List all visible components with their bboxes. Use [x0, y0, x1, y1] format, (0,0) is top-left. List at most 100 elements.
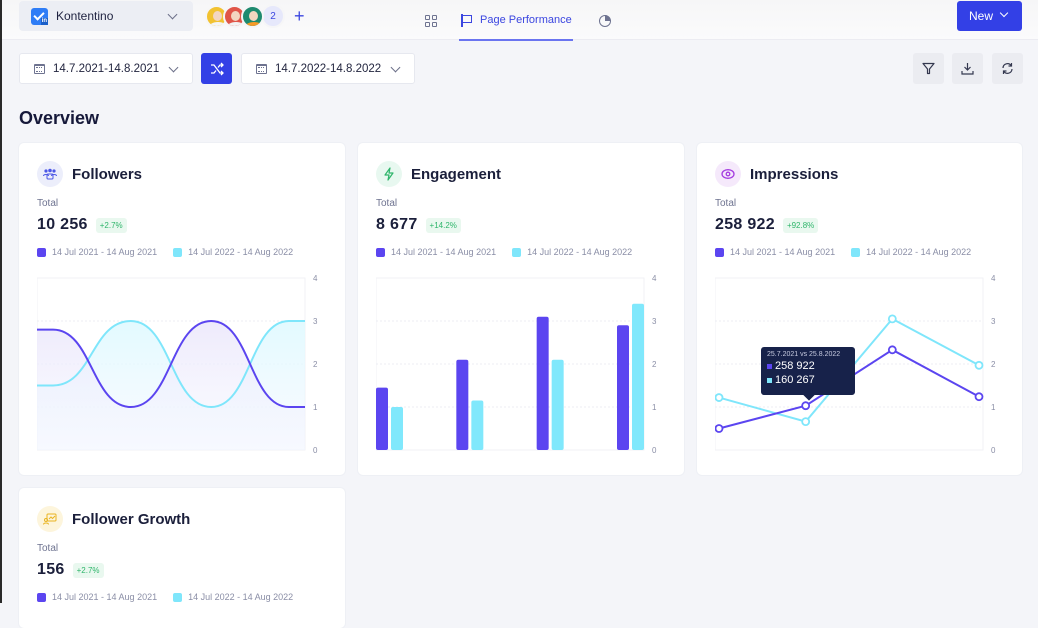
- chevron-down-icon: [168, 10, 178, 20]
- data-point-series-2: [802, 418, 809, 425]
- impressions-card: Impressions Total 258 922 +92.8% 14 Jul …: [697, 143, 1022, 475]
- download-icon: [961, 62, 974, 75]
- change-badge: +2.7%: [96, 218, 127, 233]
- change-badge: +14.2%: [426, 218, 461, 233]
- legend-swatch: [715, 248, 724, 257]
- tooltip-swatch: [767, 364, 772, 369]
- chart-legend: 14 Jul 2021 - 14 Aug 2021 14 Jul 2022 - …: [715, 247, 987, 257]
- change-badge: +92.8%: [783, 218, 818, 233]
- impressions-chart: 01234: [715, 271, 1015, 461]
- data-point-series-1: [716, 425, 723, 432]
- bar-series-2: [552, 360, 564, 450]
- users-icon: [37, 161, 63, 187]
- followers-card: Followers Total 10 256 +2.7% 14 Jul 2021…: [19, 143, 345, 475]
- bar-series-1: [617, 325, 629, 450]
- legend-label: 14 Jul 2022 - 14 Aug 2022: [866, 247, 971, 257]
- bar-series-1: [456, 360, 468, 450]
- refresh-icon: [1001, 62, 1014, 75]
- avatar[interactable]: [241, 5, 264, 28]
- data-point-series-2: [716, 394, 723, 401]
- new-button-label: New: [969, 9, 993, 23]
- legend-label: 14 Jul 2022 - 14 Aug 2022: [188, 592, 293, 602]
- bar-series-1: [537, 317, 549, 450]
- data-point-series-2: [976, 362, 983, 369]
- workspace-name: Kontentino: [56, 9, 113, 23]
- y-tick-label: 2: [652, 360, 657, 369]
- swap-dates-button[interactable]: [201, 53, 232, 84]
- tooltip-value-1: 258 922: [775, 360, 815, 372]
- workspace-selector[interactable]: Kontentino: [19, 1, 193, 31]
- flag-icon: [460, 14, 472, 26]
- y-tick-label: 4: [313, 274, 318, 283]
- window-edge: [0, 0, 2, 603]
- lightning-icon: [376, 161, 402, 187]
- date-range-picker-1[interactable]: 14.7.2021-14.8.2021: [19, 53, 193, 84]
- bar-series-2: [632, 304, 644, 450]
- card-title: Engagement: [411, 166, 501, 183]
- followers-chart: 01234: [37, 271, 337, 461]
- total-label: Total: [37, 543, 58, 554]
- filter-button[interactable]: [913, 53, 944, 84]
- shuffle-icon: [210, 62, 224, 76]
- y-tick-label: 0: [991, 446, 996, 455]
- legend-swatch: [512, 248, 521, 257]
- member-avatars: 2 +: [205, 4, 305, 28]
- y-tick-label: 0: [652, 446, 657, 455]
- tooltip-date: 25.7.2021 vs 25.8.2022: [767, 351, 849, 358]
- card-title: Followers: [72, 166, 142, 183]
- date-range-1-value: 14.7.2021-14.8.2021: [53, 63, 159, 75]
- bar-series-1: [376, 388, 388, 450]
- legend-label: 14 Jul 2021 - 14 Aug 2021: [391, 247, 496, 257]
- change-badge: +2.7%: [73, 563, 104, 578]
- eye-icon: [715, 161, 741, 187]
- y-tick-label: 4: [991, 274, 996, 283]
- total-label: Total: [37, 198, 58, 209]
- total-value: 10 256: [37, 216, 88, 234]
- chart-tooltip: 25.7.2021 vs 25.8.2022 258 922 160 267: [761, 347, 855, 395]
- legend-swatch: [173, 248, 182, 257]
- total-value: 258 922: [715, 216, 775, 234]
- data-point-series-2: [889, 315, 896, 322]
- chart-legend: 14 Jul 2021 - 14 Aug 2021 14 Jul 2022 - …: [37, 592, 309, 602]
- legend-label: 14 Jul 2022 - 14 Aug 2022: [188, 247, 293, 257]
- tab-page-performance[interactable]: Page Performance: [459, 0, 573, 41]
- y-tick-label: 3: [313, 317, 318, 326]
- grid-icon[interactable]: [425, 15, 437, 27]
- calendar-icon: [256, 64, 267, 74]
- chart-legend: 14 Jul 2021 - 14 Aug 2021 14 Jul 2022 - …: [376, 247, 648, 257]
- date-range-picker-2[interactable]: 14.7.2022-14.8.2022: [241, 53, 415, 84]
- legend-label: 14 Jul 2021 - 14 Aug 2021: [730, 247, 835, 257]
- total-label: Total: [715, 198, 736, 209]
- y-tick-label: 1: [313, 403, 318, 412]
- total-label: Total: [376, 198, 397, 209]
- new-button[interactable]: New: [957, 1, 1022, 31]
- page-title: Overview: [19, 108, 99, 129]
- data-point-series-1: [802, 402, 809, 409]
- chevron-down-icon: [391, 63, 401, 73]
- calendar-icon: [34, 64, 45, 74]
- legend-swatch: [173, 593, 182, 602]
- download-button[interactable]: [952, 53, 983, 84]
- kontentino-linkedin-icon: [31, 8, 48, 25]
- date-range-2-value: 14.7.2022-14.8.2022: [275, 63, 381, 75]
- bar-series-2: [391, 407, 403, 450]
- top-bar: Kontentino 2 + Page Performance New: [0, 0, 1038, 40]
- chart-legend: 14 Jul 2021 - 14 Aug 2021 14 Jul 2022 - …: [37, 247, 309, 257]
- legend-swatch: [376, 248, 385, 257]
- refresh-button[interactable]: [992, 53, 1023, 84]
- legend-label: 14 Jul 2022 - 14 Aug 2022: [527, 247, 632, 257]
- pie-chart-icon[interactable]: [599, 15, 611, 27]
- data-point-series-1: [889, 346, 896, 353]
- add-member-button[interactable]: +: [294, 7, 305, 25]
- engagement-card: Engagement Total 8 677 +14.2% 14 Jul 202…: [358, 143, 684, 475]
- total-value: 156: [37, 561, 65, 579]
- more-members-count[interactable]: 2: [261, 4, 285, 28]
- card-title: Impressions: [750, 166, 838, 183]
- tooltip-value-2: 160 267: [775, 374, 815, 386]
- card-title: Follower Growth: [72, 511, 190, 528]
- y-tick-label: 3: [991, 317, 996, 326]
- y-tick-label: 2: [313, 360, 318, 369]
- legend-swatch: [37, 248, 46, 257]
- engagement-chart: 01234: [376, 271, 676, 461]
- total-value: 8 677: [376, 216, 418, 234]
